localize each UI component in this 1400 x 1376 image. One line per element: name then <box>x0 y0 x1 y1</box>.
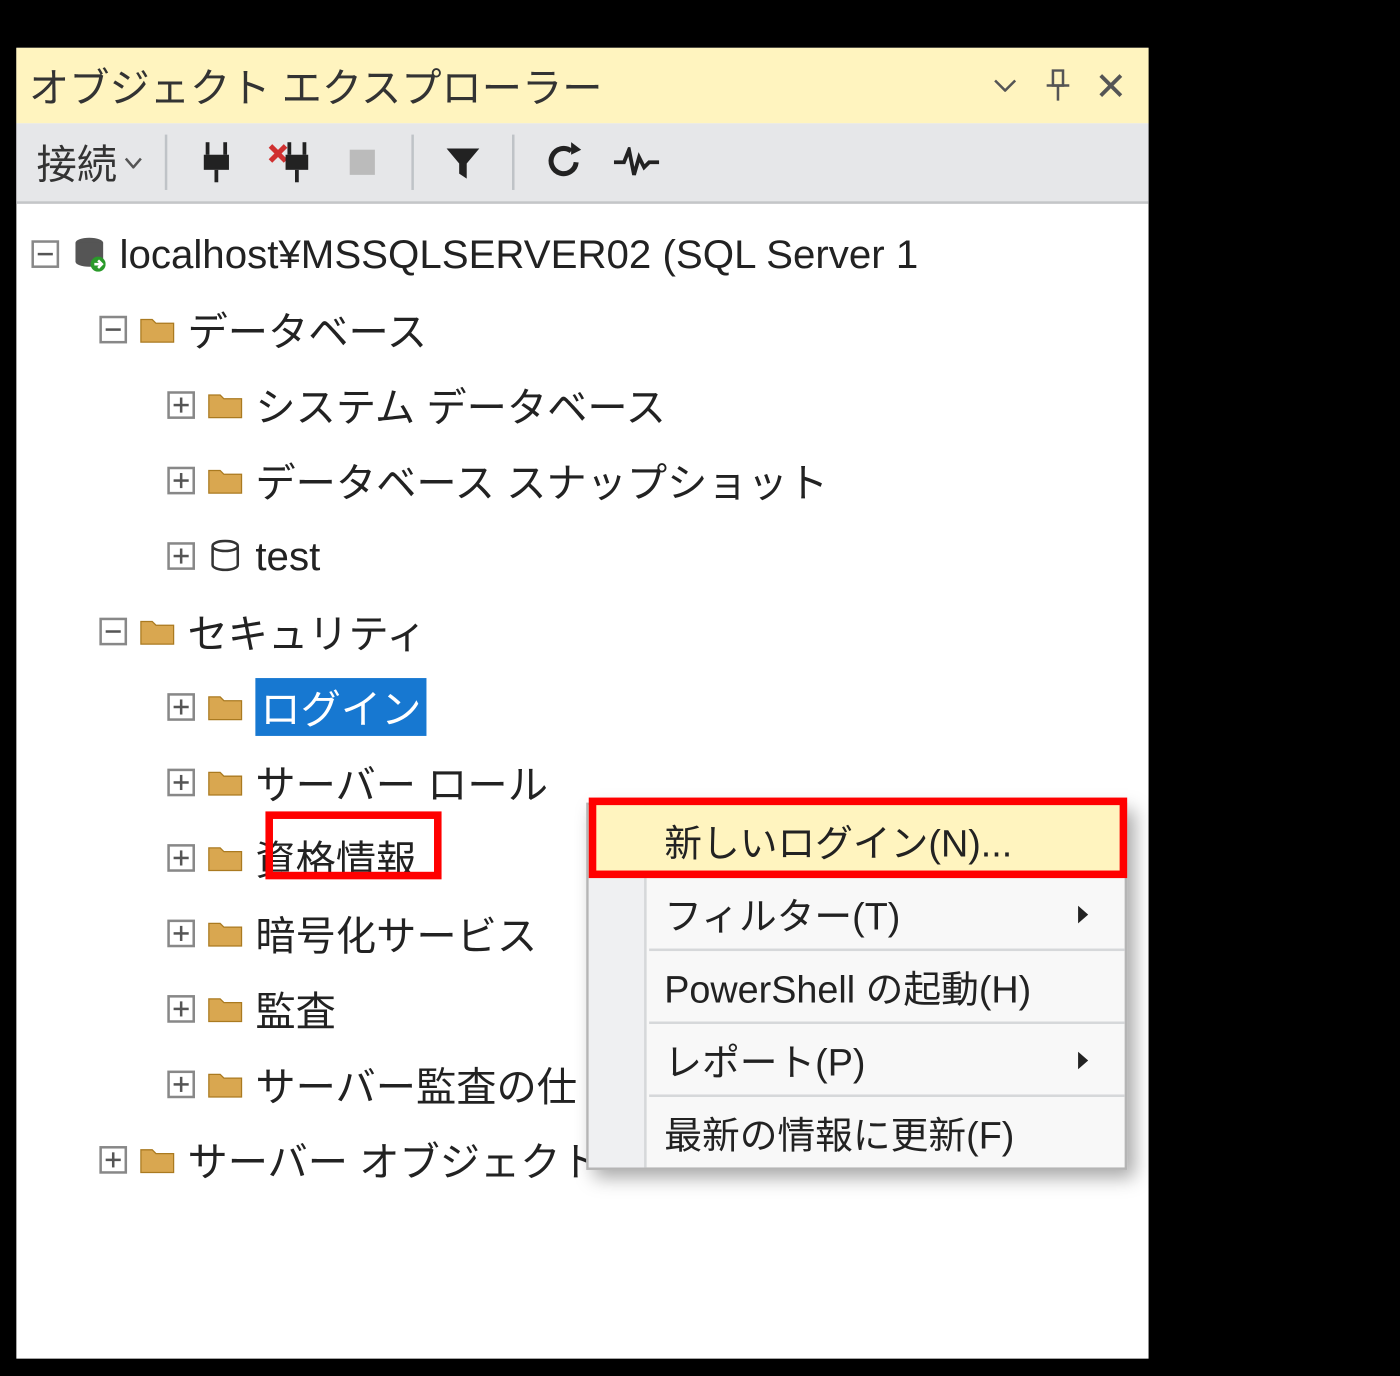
folder-icon <box>208 689 243 724</box>
activity-monitor-icon[interactable] <box>608 133 666 191</box>
expand-icon[interactable] <box>167 542 195 570</box>
toolbar: 接続 <box>16 123 1148 204</box>
collapse-icon[interactable] <box>99 316 127 344</box>
toolbar-separator <box>411 135 414 190</box>
collapse-icon[interactable] <box>99 618 127 646</box>
tree-item-label: 暗号化サービス <box>255 905 537 963</box>
tree-item-databases[interactable]: データベース <box>16 292 1148 367</box>
expand-icon[interactable] <box>167 769 195 797</box>
tree-item-label: test <box>255 533 320 580</box>
tree-item-label: データベース スナップショット <box>255 452 828 510</box>
tree-item-logins[interactable]: ログイン <box>16 669 1148 744</box>
close-icon[interactable] <box>1088 63 1133 108</box>
ctx-new-login[interactable]: 新しいログイン(N)... <box>589 805 1125 875</box>
tree-item-label: 資格情報 <box>255 829 416 887</box>
folder-icon <box>208 765 243 800</box>
tree-view[interactable]: localhost¥MSSQLSERVER02 (SQL Server 1 デー… <box>16 204 1148 1359</box>
disconnect-icon[interactable] <box>260 133 318 191</box>
tree-item-label: データベース <box>187 301 427 359</box>
expand-icon[interactable] <box>167 995 195 1023</box>
tree-item-label: サーバー ロール <box>255 754 548 812</box>
folder-icon <box>208 991 243 1026</box>
tree-item-db-snapshots[interactable]: データベース スナップショット <box>16 443 1148 518</box>
expand-icon[interactable] <box>99 1146 127 1174</box>
expand-icon[interactable] <box>167 920 195 948</box>
folder-icon <box>208 916 243 951</box>
toolbar-separator <box>512 135 515 190</box>
panel-title: オブジェクト エクスプローラー <box>29 57 975 115</box>
refresh-icon[interactable] <box>535 133 593 191</box>
toolbar-separator <box>165 135 168 190</box>
stop-icon[interactable] <box>333 133 391 191</box>
connect-dropdown[interactable]: 接続 <box>24 133 152 191</box>
tree-item-label: サーバー監査の仕 <box>255 1055 577 1113</box>
ctx-item-label: フィルター(T) <box>664 886 900 941</box>
tree-item-sys-databases[interactable]: システム データベース <box>16 367 1148 442</box>
ctx-powershell[interactable]: PowerShell の起動(H) <box>589 951 1125 1021</box>
ctx-item-label: PowerShell の起動(H) <box>664 959 1031 1014</box>
ctx-item-label: 最新の情報に更新(F) <box>664 1105 1014 1160</box>
tree-item-server[interactable]: localhost¥MSSQLSERVER02 (SQL Server 1 <box>16 216 1148 291</box>
folder-icon <box>140 1142 175 1177</box>
expand-icon[interactable] <box>167 1071 195 1099</box>
ctx-item-label: レポート(P) <box>664 1032 865 1087</box>
ctx-refresh[interactable]: 最新の情報に更新(F) <box>589 1097 1125 1167</box>
folder-icon <box>208 387 243 422</box>
tree-item-db-test[interactable]: test <box>16 518 1148 593</box>
submenu-arrow-icon <box>1077 1038 1090 1081</box>
expand-icon[interactable] <box>167 467 195 495</box>
ctx-item-label: 新しいログイン(N)... <box>664 813 1012 868</box>
pin-icon[interactable] <box>1035 63 1080 108</box>
filter-icon[interactable] <box>434 133 492 191</box>
tree-item-label: サーバー オブジェクト <box>187 1131 600 1189</box>
submenu-arrow-icon <box>1077 892 1090 935</box>
panel-titlebar: オブジェクト エクスプローラー <box>16 48 1148 123</box>
tree-item-label: システム データベース <box>255 376 666 434</box>
folder-icon <box>208 840 243 875</box>
tree-item-security[interactable]: セキュリティ <box>16 594 1148 669</box>
tree-item-label: ログイン <box>255 678 426 736</box>
context-menu: 新しいログイン(N)... フィルター(T) PowerShell の起動(H)… <box>586 803 1127 1170</box>
connect-label: 接続 <box>36 133 117 191</box>
expand-icon[interactable] <box>167 391 195 419</box>
folder-icon <box>208 1067 243 1102</box>
server-icon <box>72 237 107 272</box>
folder-icon <box>140 614 175 649</box>
folder-icon <box>208 463 243 498</box>
database-icon <box>208 538 243 573</box>
tree-item-label: セキュリティ <box>187 603 426 661</box>
expand-icon[interactable] <box>167 693 195 721</box>
ctx-reports[interactable]: レポート(P) <box>589 1024 1125 1094</box>
panel-menu-dropdown-icon[interactable] <box>982 63 1027 108</box>
connect-icon[interactable] <box>187 133 245 191</box>
expand-icon[interactable] <box>167 844 195 872</box>
tree-item-label: localhost¥MSSQLSERVER02 (SQL Server 1 <box>120 231 919 278</box>
collapse-icon[interactable] <box>31 240 59 268</box>
ctx-filter[interactable]: フィルター(T) <box>589 878 1125 948</box>
folder-icon <box>140 312 175 347</box>
tree-item-label: 監査 <box>255 980 336 1038</box>
